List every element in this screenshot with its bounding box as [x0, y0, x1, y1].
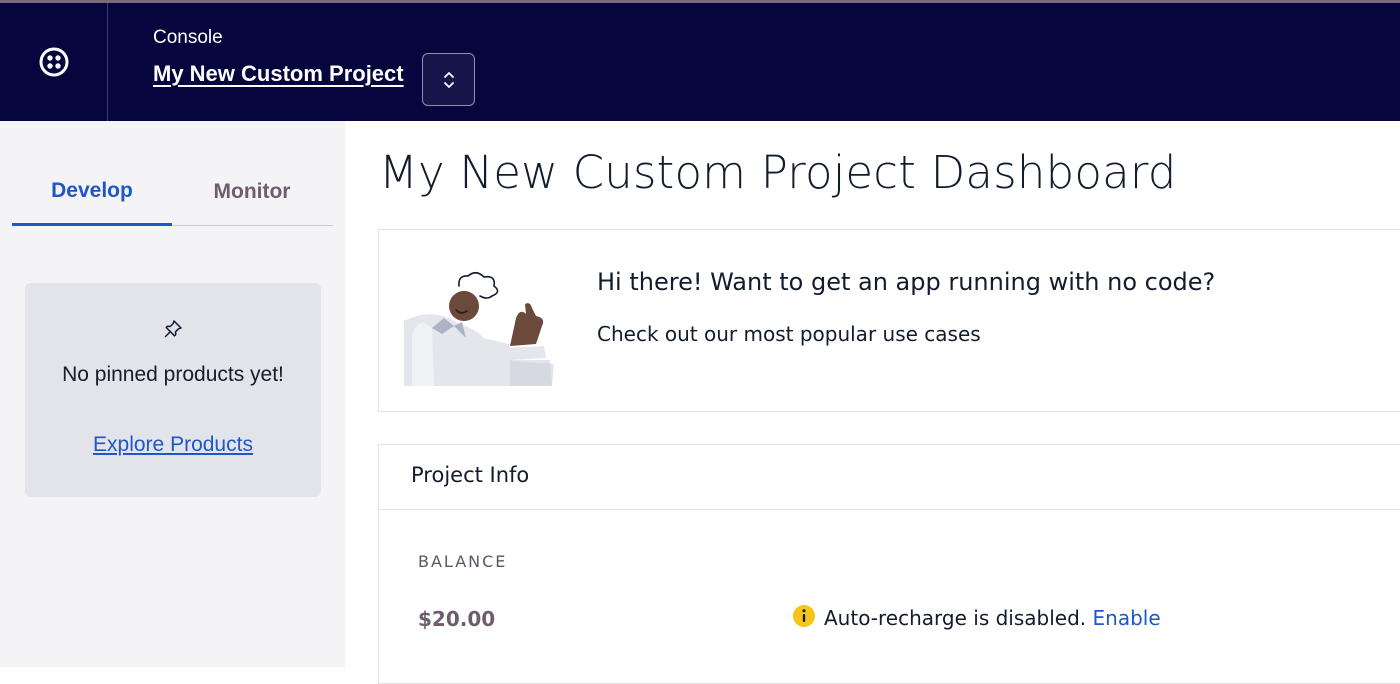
console-label: Console [153, 27, 223, 48]
tab-monitor[interactable]: Monitor [172, 159, 332, 225]
promo-subtext[interactable]: Check out our most popular use cases [597, 322, 981, 346]
explore-products-link[interactable]: Explore Products [25, 433, 321, 457]
project-info-header: Project Info [379, 445, 1400, 510]
pin-icon [164, 320, 182, 338]
no-pinned-message: No pinned products yet! [62, 363, 284, 386]
tab-develop[interactable]: Develop [12, 159, 172, 226]
sidebar: Develop Monitor No pinned products yet! … [0, 121, 345, 667]
enable-recharge-link[interactable]: Enable [1093, 606, 1161, 630]
auto-recharge-status: Auto-recharge is disabled. Enable [824, 606, 1161, 630]
promo-card: Hi there! Want to get an app running wit… [378, 229, 1400, 412]
twilio-logo-icon [39, 47, 68, 77]
pinned-products-card: No pinned products yet! Explore Products [25, 283, 321, 497]
sidebar-tabs: Develop Monitor [12, 159, 333, 226]
project-switcher-button[interactable] [422, 53, 475, 106]
page-title: My New Custom Project Dashboard [379, 146, 1177, 199]
auto-recharge-text: Auto-recharge is disabled. [824, 606, 1087, 630]
top-header: Console My New Custom Project [0, 3, 1400, 121]
balance-value: $20.00 [418, 607, 496, 631]
logo-button[interactable] [0, 3, 108, 121]
promo-headline: Hi there! Want to get an app running wit… [597, 268, 1216, 296]
balance-label: BALANCE [418, 552, 508, 571]
project-name-link[interactable]: My New Custom Project [153, 61, 404, 87]
info-icon [793, 605, 815, 627]
waving-person-illustration [404, 271, 554, 386]
project-info-card: Project Info BALANCE $20.00 Auto-recharg… [378, 444, 1400, 684]
project-info-title: Project Info [411, 463, 530, 487]
chevron-up-down-icon [443, 71, 454, 88]
